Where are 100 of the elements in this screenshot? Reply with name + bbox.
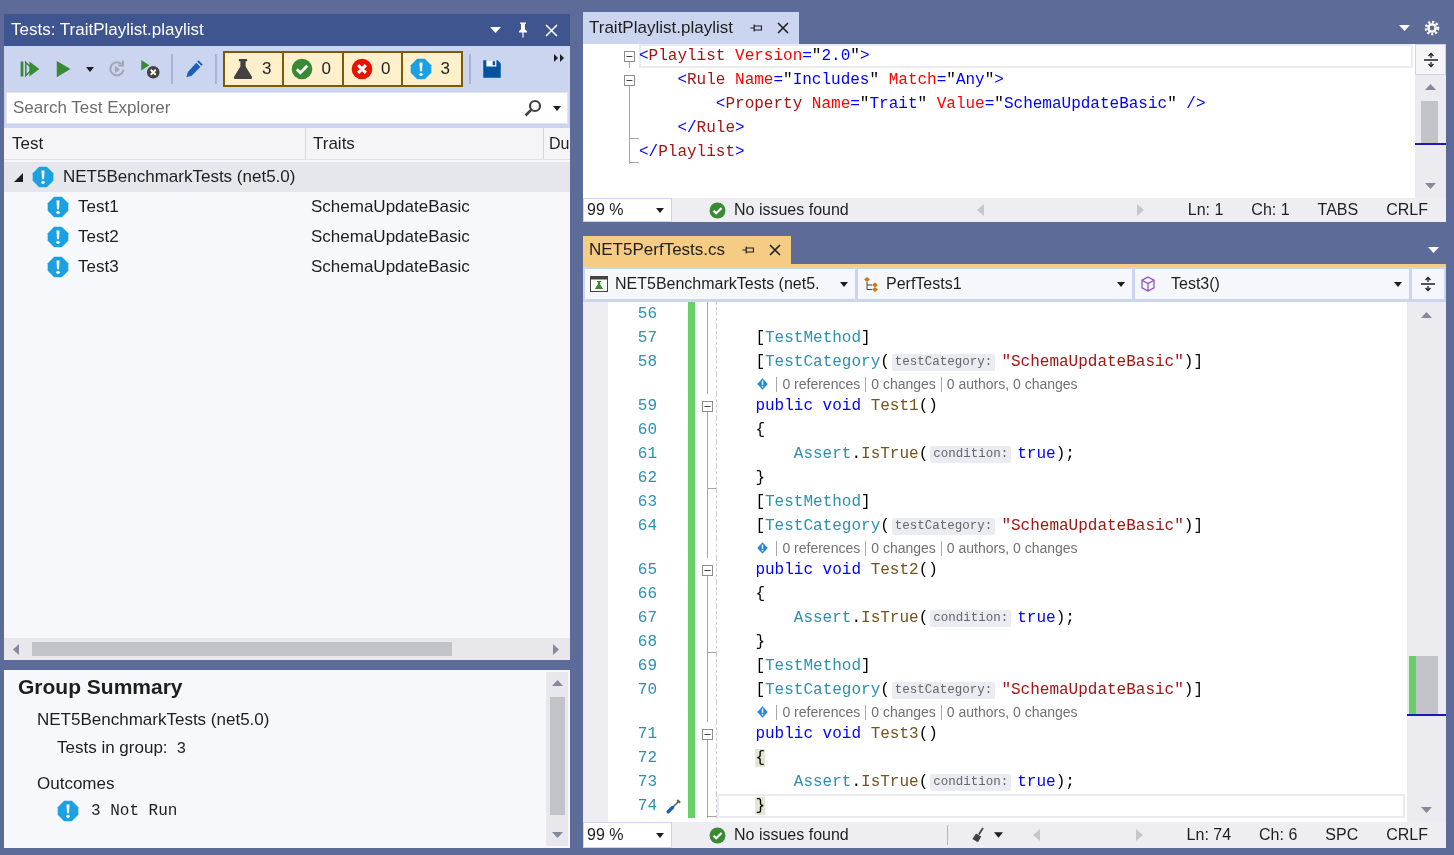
- code-text: [TestCategory(: [755, 352, 890, 373]
- column-header[interactable]: Du: [544, 128, 570, 160]
- document-tab[interactable]: TraitPlaylist.playlist: [583, 12, 799, 44]
- test-name: Test1: [78, 197, 119, 217]
- line-number: 60: [636, 420, 658, 441]
- line-number: 67: [636, 608, 658, 629]
- pin-icon[interactable]: [749, 23, 762, 33]
- test-name: Test2: [78, 227, 119, 247]
- tree-row[interactable]: Test3 SchemaUpdateBasic: [4, 252, 570, 282]
- tree-row[interactable]: NET5BenchmarkTests (net5.0): [4, 162, 570, 192]
- code-text: Assert.IsTrue(: [793, 772, 929, 793]
- codelens-link[interactable]: 0 authors, 0 changes: [940, 704, 1083, 720]
- collapse-button[interactable]: [623, 50, 635, 62]
- exclamation-diamond-icon[interactable]: [757, 378, 769, 390]
- scroll-down-icon[interactable]: [1421, 807, 1432, 813]
- search-field[interactable]: Search Test Explorer: [6, 92, 568, 124]
- outcome-filter-button[interactable]: 0: [282, 51, 344, 87]
- scroll-up-icon[interactable]: [551, 680, 563, 686]
- column-indicator: Ch: 6: [1259, 826, 1298, 844]
- line-number: 57: [636, 328, 658, 349]
- outcome-text: 3 Not Run: [91, 802, 178, 820]
- codelens-link[interactable]: 0 authors, 0 changes: [940, 376, 1083, 392]
- codelens-link[interactable]: 0 changes: [865, 540, 941, 556]
- scroll-thumb[interactable]: [1416, 656, 1438, 714]
- tree-row[interactable]: Test2 SchemaUpdateBasic: [4, 222, 570, 252]
- code-text: </Rule>: [677, 118, 745, 139]
- codelens-link[interactable]: 0 authors, 0 changes: [940, 540, 1083, 556]
- scroll-right-icon[interactable]: [553, 643, 559, 655]
- code-text: "SchemaUpdateBasic")]: [1001, 516, 1203, 537]
- collapse-button[interactable]: [701, 400, 713, 412]
- issues-button[interactable]: No issues found: [709, 826, 947, 844]
- tree-row[interactable]: Test1 SchemaUpdateBasic: [4, 192, 570, 222]
- outcome-filter-button[interactable]: 3: [223, 51, 285, 87]
- codelens-link[interactable]: 0 changes: [865, 376, 941, 392]
- caret-down-icon: [994, 832, 1003, 838]
- indentation-indicator: TABS: [1317, 201, 1359, 219]
- column-header[interactable]: Traits: [306, 128, 544, 160]
- scroll-up-icon[interactable]: [1425, 84, 1436, 90]
- collapse-button[interactable]: [701, 728, 713, 740]
- code-cleanup-button[interactable]: [947, 825, 1003, 845]
- search-icon[interactable]: [524, 99, 542, 117]
- scroll-down-icon[interactable]: [1425, 183, 1436, 189]
- scroll-left-icon[interactable]: [13, 643, 19, 655]
- outcome-filter-button[interactable]: 0: [341, 51, 404, 87]
- caret-down-icon: [840, 281, 848, 287]
- exclamation-diamond-icon[interactable]: [757, 706, 769, 718]
- group-name: NET5BenchmarkTests (net5.0): [37, 709, 271, 731]
- line-number: 71: [636, 724, 658, 745]
- pin-icon[interactable]: [517, 22, 529, 38]
- issues-button[interactable]: No issues found: [709, 201, 947, 219]
- scroll-thumb[interactable]: [1421, 101, 1438, 143]
- collapse-button[interactable]: [623, 74, 635, 86]
- caret-down-icon: [1117, 281, 1125, 287]
- scroll-thumb[interactable]: [549, 697, 565, 815]
- close-icon[interactable]: [776, 22, 789, 34]
- code-text: }: [755, 468, 765, 489]
- exclamation-diamond-icon[interactable]: [757, 542, 769, 554]
- zoom-dropdown[interactable]: 99 %: [583, 822, 672, 848]
- collapse-button[interactable]: [701, 564, 713, 576]
- dropdown-caret-icon[interactable]: [1428, 247, 1439, 253]
- dropdown-caret-icon[interactable]: [490, 27, 501, 33]
- split-button[interactable]: [1412, 269, 1444, 299]
- code-text: <Rule Name="Includes" Match="Any">: [677, 70, 1004, 91]
- settings-icon[interactable]: [1424, 20, 1440, 36]
- expanded-triangle-icon[interactable]: [14, 172, 23, 182]
- member-dropdown[interactable]: Test3(): [1135, 269, 1409, 299]
- codelens-link[interactable]: 0 references: [776, 376, 866, 392]
- split-button[interactable]: [1415, 44, 1446, 75]
- check-circle-icon: [709, 201, 726, 219]
- line-number: 69: [636, 656, 658, 677]
- dropdown-caret-icon[interactable]: [1399, 25, 1410, 31]
- panel-title: Tests: TraitPlaylist.playlist: [11, 20, 205, 40]
- summary-title: Group Summary: [18, 674, 184, 700]
- test-name: Test3: [78, 257, 119, 277]
- type-dropdown[interactable]: PerfTests1: [858, 269, 1132, 299]
- close-icon[interactable]: [769, 244, 782, 256]
- column-header[interactable]: Test: [4, 128, 306, 160]
- project-dropdown[interactable]: NET5BenchmarkTests (net5.: [585, 269, 855, 299]
- pin-icon[interactable]: [742, 245, 755, 255]
- codelens-link[interactable]: 0 changes: [865, 704, 941, 720]
- overflow-icon[interactable]: [554, 54, 564, 62]
- outcome-filter-button[interactable]: 3: [401, 51, 463, 87]
- line-indicator: Ln: 1: [1187, 201, 1224, 219]
- codelens-link[interactable]: 0 references: [776, 540, 866, 556]
- scroll-thumb[interactable]: [32, 642, 452, 656]
- line-number: 74: [636, 796, 658, 817]
- code-text: [TestMethod]: [755, 492, 871, 513]
- zoom-dropdown[interactable]: 99 %: [583, 198, 672, 222]
- screwdriver-icon[interactable]: [666, 798, 682, 814]
- change-strip: [1409, 656, 1416, 714]
- exclamation-octagon-icon: [47, 196, 69, 218]
- code-text: "SchemaUpdateBasic")]: [1001, 352, 1203, 373]
- check-circle-icon: [291, 58, 314, 80]
- caret-down-icon[interactable]: [553, 106, 561, 111]
- codelens-link[interactable]: 0 references: [776, 704, 866, 720]
- line-ending-indicator: CRLF: [1386, 826, 1428, 844]
- document-tab[interactable]: NET5PerfTests.cs: [583, 236, 792, 264]
- code-text: <Playlist Version="2.0">: [639, 46, 870, 67]
- scroll-up-icon[interactable]: [1421, 312, 1432, 318]
- scroll-down-icon[interactable]: [551, 832, 563, 838]
